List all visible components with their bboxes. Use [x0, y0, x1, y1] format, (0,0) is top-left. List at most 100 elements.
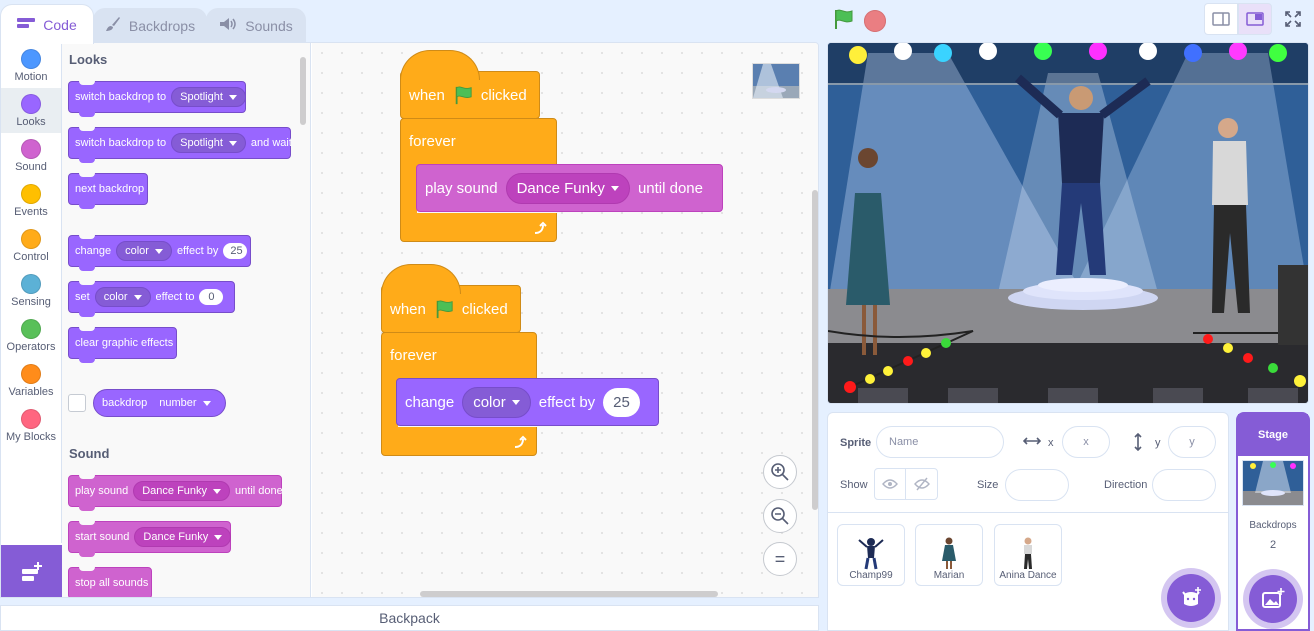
- green-flag-button[interactable]: [832, 8, 854, 33]
- effect-value-input[interactable]: 0: [199, 289, 224, 305]
- change-effect-block[interactable]: change color effect by 25: [396, 378, 659, 426]
- stop-button[interactable]: [864, 10, 886, 32]
- category-sound[interactable]: Sound: [1, 133, 61, 178]
- when-flag-clicked-block[interactable]: when clicked: [381, 264, 521, 333]
- script-workspace[interactable]: when clicked forever play sound Dance Fu…: [312, 43, 818, 597]
- chevron-down-icon: [228, 94, 237, 100]
- show-toggle: [874, 468, 938, 500]
- effect-dropdown[interactable]: color: [116, 241, 172, 261]
- backdrop-reporter-block[interactable]: backdrop number: [93, 389, 226, 417]
- fullscreen-button[interactable]: [1276, 3, 1310, 35]
- backdrop-property-dropdown[interactable]: number: [153, 395, 216, 411]
- size-input[interactable]: [1005, 469, 1069, 501]
- backpack-bar[interactable]: Backpack: [0, 605, 819, 631]
- chevron-down-icon: [511, 399, 520, 405]
- clear-graphic-effects-block[interactable]: clear graphic effects: [68, 327, 177, 363]
- effect-amount-input[interactable]: 25: [223, 243, 248, 259]
- chevron-down-icon: [213, 488, 222, 494]
- stage-selector-pane[interactable]: Stage Backdrops 2: [1236, 412, 1310, 631]
- large-stage-button[interactable]: [1238, 3, 1272, 35]
- when-flag-clicked-block[interactable]: when clicked: [400, 50, 540, 119]
- sound-dropdown[interactable]: Dance Funky: [505, 172, 630, 204]
- sprite-thumbnail-marian: [942, 537, 956, 569]
- zoom-reset-button[interactable]: =: [763, 542, 797, 576]
- backdrop-monitor-checkbox[interactable]: [68, 394, 86, 412]
- sprite-item-anina-dance[interactable]: Anina Dance: [994, 524, 1062, 586]
- effect-dropdown[interactable]: color: [94, 287, 151, 307]
- small-stage-button[interactable]: [1204, 3, 1238, 35]
- workspace-vertical-scrollbar[interactable]: [812, 190, 818, 510]
- backdrop-thumbnail: [1242, 460, 1304, 506]
- sound-dropdown[interactable]: Dance Funky: [133, 481, 231, 501]
- brush-icon: [105, 16, 121, 35]
- backdrops-count: 2: [1269, 539, 1277, 551]
- change-effect-block[interactable]: change color effect by 25: [68, 235, 251, 271]
- eye-icon: [882, 479, 898, 489]
- tab-code[interactable]: Code: [0, 4, 94, 44]
- switch-backdrop-wait-block[interactable]: switch backdrop to Spotlight and wait: [68, 127, 292, 163]
- palette-sound-header: Sound: [69, 446, 110, 461]
- play-sound-until-done-block[interactable]: play sound Dance Funky until done: [68, 475, 283, 511]
- add-backdrop-button[interactable]: [1249, 575, 1297, 623]
- set-effect-block[interactable]: set color effect to 0: [68, 281, 235, 317]
- vertical-arrows-icon: [1132, 432, 1144, 454]
- chevron-down-icon: [154, 248, 163, 254]
- cat-icon: [1182, 587, 1201, 606]
- tab-backdrops[interactable]: Backdrops: [93, 8, 207, 42]
- backdrop-dropdown[interactable]: Spotlight: [171, 133, 246, 153]
- small-stage-icon: [1212, 12, 1230, 26]
- palette-looks-header: Looks: [69, 52, 108, 67]
- y-input[interactable]: y: [1168, 426, 1216, 458]
- block-palette: Looks switch backdrop to Spotlight switc…: [62, 43, 311, 597]
- code-area: Motion Looks Sound Events Control Sensin…: [0, 42, 819, 598]
- play-sound-until-done-block[interactable]: play sound Dance Funky until done: [416, 164, 723, 212]
- category-control[interactable]: Control: [1, 223, 61, 268]
- category-sensing[interactable]: Sensing: [1, 268, 61, 313]
- category-events[interactable]: Events: [1, 178, 61, 223]
- sound-dropdown[interactable]: Dance Funky: [134, 527, 232, 547]
- sprite-item-marian[interactable]: Marian: [915, 524, 983, 586]
- tab-sounds[interactable]: Sounds: [206, 8, 306, 42]
- effect-dropdown[interactable]: color: [462, 386, 531, 418]
- sprite-thumbnail: [752, 63, 800, 99]
- sprite-name-input[interactable]: Name: [876, 426, 1004, 458]
- sprite-label: Sprite: [840, 437, 872, 449]
- workspace-horizontal-scrollbar[interactable]: [420, 591, 718, 597]
- switch-backdrop-block[interactable]: switch backdrop to Spotlight: [68, 81, 246, 117]
- code-icon: [17, 16, 36, 33]
- size-label: Size: [977, 479, 999, 491]
- next-backdrop-block[interactable]: next backdrop: [68, 173, 148, 209]
- effect-amount-input[interactable]: 25: [603, 387, 640, 417]
- direction-input[interactable]: [1152, 469, 1216, 501]
- category-variables[interactable]: Variables: [1, 358, 61, 403]
- stop-all-sounds-block[interactable]: stop all sounds: [68, 567, 152, 597]
- tab-code-label: Code: [43, 16, 77, 33]
- add-sprite-button[interactable]: [1167, 574, 1215, 622]
- x-input[interactable]: x: [1062, 426, 1110, 458]
- stage-pane-title: Stage: [1238, 414, 1308, 456]
- show-visible-button[interactable]: [875, 469, 907, 499]
- category-operators[interactable]: Operators: [1, 313, 61, 358]
- tab-backdrops-label: Backdrops: [128, 17, 196, 34]
- show-hidden-button[interactable]: [906, 469, 937, 499]
- sprite-item-champ99[interactable]: Champ99: [837, 524, 905, 586]
- category-looks[interactable]: Looks: [1, 88, 61, 133]
- category-menu: Motion Looks Sound Events Control Sensin…: [1, 43, 62, 543]
- stage-canvas[interactable]: [827, 42, 1309, 404]
- backdrop-dropdown[interactable]: Spotlight: [171, 87, 246, 107]
- palette-scrollbar[interactable]: [300, 57, 306, 125]
- add-extension-button[interactable]: [1, 545, 62, 597]
- zoom-in-button[interactable]: [763, 455, 797, 489]
- sprite-info-panel: Sprite Name x x y y Show Size Direction: [828, 413, 1228, 513]
- eye-slash-icon: [913, 477, 930, 491]
- chevron-down-icon: [214, 534, 223, 540]
- zoom-out-icon: [771, 507, 789, 525]
- tab-sounds-label: Sounds: [245, 17, 293, 34]
- add-extension-icon: [21, 562, 42, 581]
- zoom-out-button[interactable]: [763, 499, 797, 533]
- sprite-thumbnail-champ99: [858, 538, 884, 570]
- start-sound-block[interactable]: start sound Dance Funky: [68, 521, 232, 557]
- category-my-blocks[interactable]: My Blocks: [1, 403, 61, 448]
- category-motion[interactable]: Motion: [1, 43, 61, 88]
- show-label: Show: [840, 479, 868, 491]
